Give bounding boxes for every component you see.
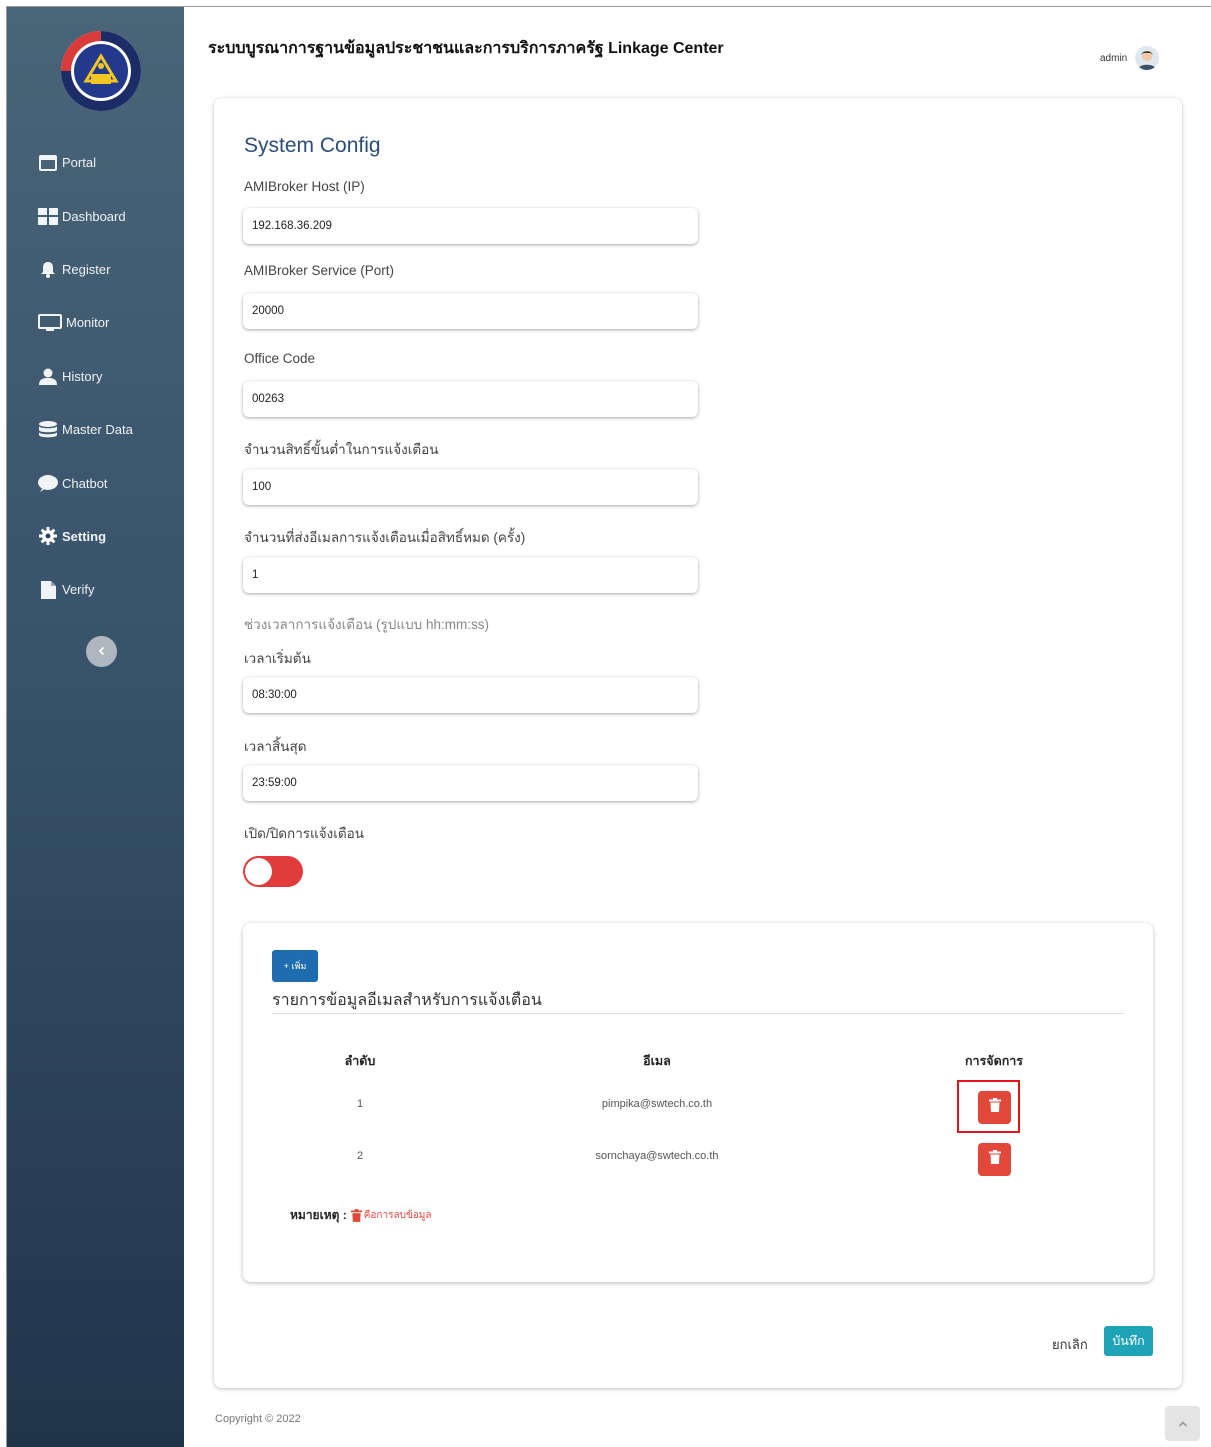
office-code-label: Office Code [244,351,316,366]
chevron-up-icon [1178,1415,1188,1433]
divider [272,1013,1124,1014]
sidebar-item-label: Monitor [66,315,110,331]
email-count-input[interactable] [243,557,698,593]
sidebar-nav: Portal Dashboard Register Monitor Histor… [6,136,184,617]
column-header-email: อีเมล [643,1054,671,1068]
port-input[interactable] [243,293,698,329]
save-button[interactable]: บันทึก [1104,1326,1153,1356]
email-count-label: จำนวนที่ส่งอีเมลการแจ้งเตือนเมื่อสิทธิ์ห… [244,530,526,545]
logo [56,26,146,116]
port-label: AMIBroker Service (Port) [244,263,395,278]
column-header-index: ลำดับ [344,1054,376,1068]
row-1-email: pimpika@swtech.co.th [601,1098,713,1110]
column-header-actions: การจัดการ [964,1054,1024,1068]
user-icon [38,367,58,385]
highlight-box [957,1080,1020,1133]
row-2-email: sornchaya@swtech.co.th [595,1150,719,1162]
end-time-input[interactable] [243,765,698,801]
avatar-icon [1138,51,1157,70]
email-list-panel: + เพิ่ม รายการข้อมูลอีเมลสำหรับการแจ้งเต… [243,923,1153,1282]
sidebar-item-label: Register [62,261,111,277]
window-icon [38,154,58,172]
user-name: admin [1100,52,1128,64]
cancel-button[interactable]: ยกเลิก [1052,1334,1088,1355]
period-label: ช่วงเวลาการแจ้งเตือน (รูปแบบ hh:mm:ss) [244,617,489,632]
sidebar-item-label: Verify [62,582,95,598]
trash-icon [988,1150,1001,1169]
sidebar-item-label: Portal [62,155,96,171]
chat-icon [38,474,58,492]
toggle-label: เปิด/ปิดการแจ้งเตือน [244,826,364,841]
trash-icon [350,1209,362,1222]
gear-icon [38,527,58,546]
chevron-left-icon [97,643,107,661]
page-title: System Config [244,134,381,157]
end-time-label: เวลาสิ้นสุด [244,739,307,754]
user-menu[interactable]: admin [1100,46,1160,70]
toggle-knob [245,858,272,885]
sidebar-item-register[interactable]: Register [6,243,184,296]
logo-emblem-icon [61,31,141,111]
app-title: ระบบบูรณาการฐานข้อมูลประชาชนและการบริการ… [208,40,724,57]
sidebar-item-verify[interactable]: Verify [6,563,184,616]
office-code-input[interactable] [243,381,698,417]
delete-row-2-button[interactable] [978,1143,1011,1176]
note: หมายเหตุ : คือการลบข้อมูล [290,1206,432,1225]
sidebar: Portal Dashboard Register Monitor Histor… [6,6,184,1447]
start-time-input[interactable] [243,677,698,713]
note-label: หมายเหตุ : [290,1208,347,1222]
host-input[interactable] [243,208,698,244]
add-email-button[interactable]: + เพิ่ม [272,950,318,982]
copyright: Copyright © 2022 [215,1413,301,1425]
sidebar-item-label: Chatbot [62,475,108,491]
sidebar-collapse-button[interactable] [86,636,117,667]
desktop-icon [38,313,62,332]
sidebar-item-history[interactable]: History [6,350,184,403]
email-list-title: รายการข้อมูลอีเมลสำหรับการแจ้งเตือน [272,992,542,1009]
sidebar-item-label: Setting [62,528,107,544]
min-rights-input[interactable] [243,469,698,505]
avatar[interactable] [1135,46,1160,70]
file-icon [38,580,58,599]
database-icon [38,421,58,439]
sidebar-item-label: Master Data [62,422,133,438]
sidebar-item-master-data[interactable]: Master Data [6,403,184,456]
sidebar-item-portal[interactable]: Portal [6,136,184,189]
start-time-label: เวลาเริ่มต้น [244,651,311,666]
bell-icon [38,260,58,278]
scroll-top-button[interactable] [1165,1406,1200,1441]
sidebar-item-label: Dashboard [62,208,126,224]
host-label: AMIBroker Host (IP) [244,179,365,194]
system-config-card: System Config AMIBroker Host (IP) AMIBro… [214,98,1182,1388]
note-text: คือการลบข้อมูล [363,1210,432,1221]
sidebar-item-chatbot[interactable]: Chatbot [6,456,184,509]
row-1-index: 1 [356,1098,364,1110]
row-2-index: 2 [356,1150,364,1162]
sidebar-item-label: History [62,368,103,384]
sidebar-item-monitor[interactable]: Monitor [6,296,184,349]
grid-icon [38,207,58,225]
min-rights-label: จำนวนสิทธิ์ขั้นต่ำในการแจ้งเตือน [244,442,439,457]
notification-toggle[interactable] [243,856,303,887]
sidebar-item-setting[interactable]: Setting [6,510,184,563]
sidebar-item-dashboard[interactable]: Dashboard [6,189,184,242]
